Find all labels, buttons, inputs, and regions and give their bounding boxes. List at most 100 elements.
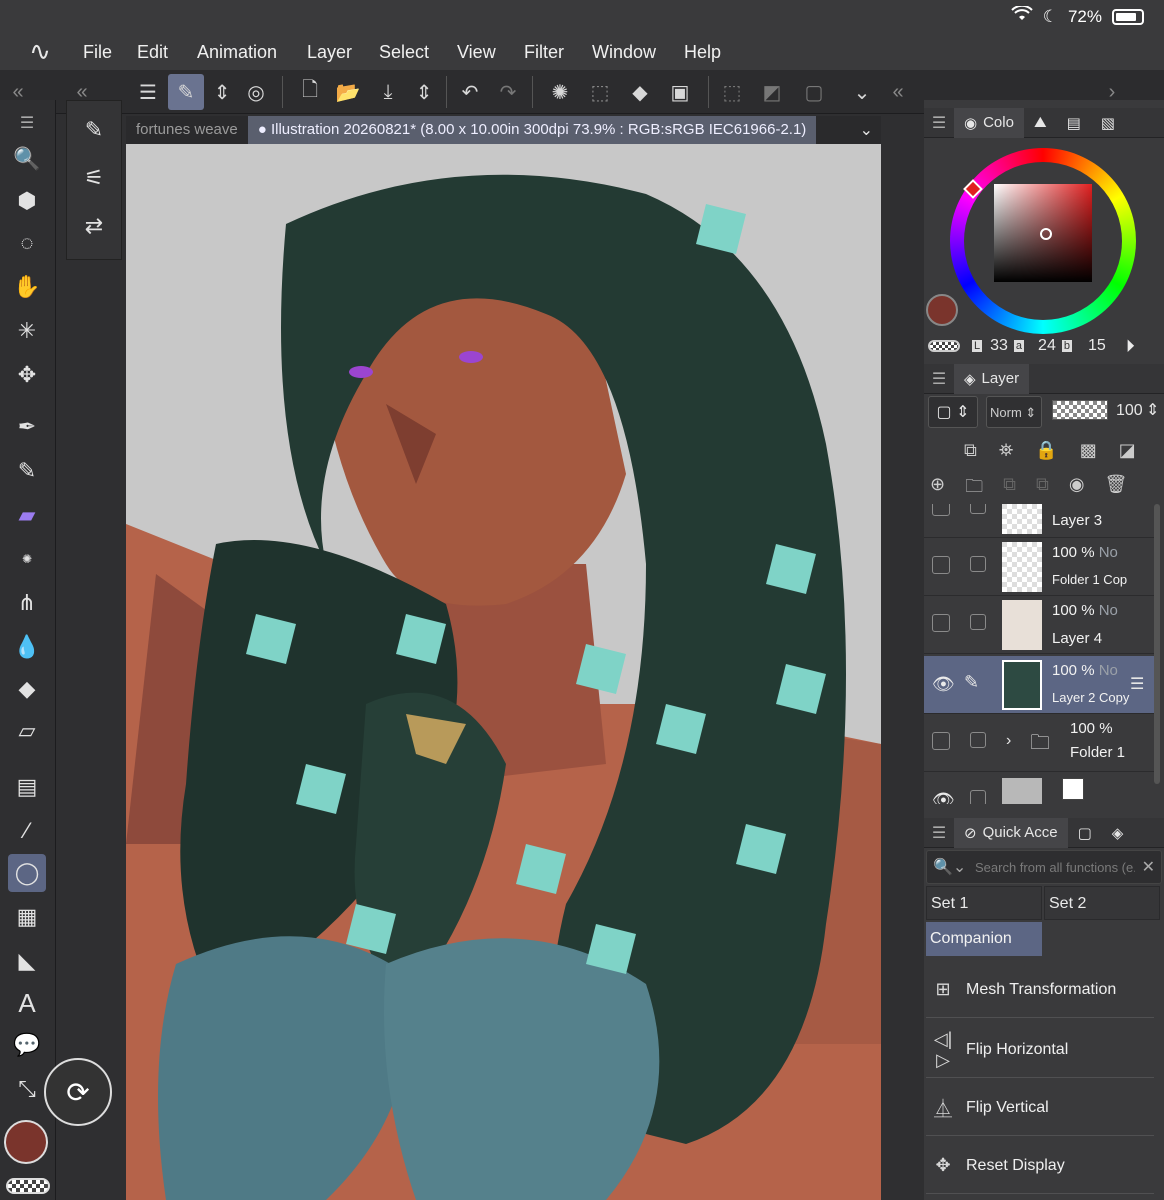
zoom-tool-icon[interactable]: 🔍 xyxy=(8,140,46,178)
layer-lock-toggle[interactable] xyxy=(970,614,986,630)
mesh-transformation-button[interactable]: ⊞ Mesh Transformation xyxy=(926,962,1154,1018)
tab-illustration[interactable]: ● Illustration 20260821* (8.00 x 10.00in… xyxy=(247,116,817,144)
panel-menu-icon[interactable]: ☰ xyxy=(924,113,954,133)
menu-window[interactable]: Window xyxy=(592,42,656,63)
menu-animation[interactable]: Animation xyxy=(197,42,277,63)
clear-search-icon[interactable]: ✕ xyxy=(1142,857,1155,877)
layer-mask-icon[interactable]: ◉ xyxy=(1069,474,1085,504)
visibility-toggle[interactable] xyxy=(932,614,950,632)
blend-tool-icon[interactable]: 💧 xyxy=(8,628,46,666)
layer-row[interactable]: Layer 3 xyxy=(924,504,1156,538)
new-folder-icon[interactable]: 🗀 xyxy=(965,474,983,504)
rotate-canvas-button[interactable]: ⟳ xyxy=(44,1058,112,1126)
tab-layer[interactable]: ◈ Layer xyxy=(954,363,1030,394)
menu-filter[interactable]: Filter xyxy=(524,42,564,63)
undo-icon[interactable]: ↶ xyxy=(452,74,488,110)
menu-help[interactable]: Help xyxy=(684,42,721,63)
opacity-slider[interactable] xyxy=(1052,400,1108,420)
lasso-tool-icon[interactable]: ◌ xyxy=(8,224,46,262)
transparency-swatch-icon[interactable] xyxy=(6,1178,50,1194)
gradient-tool-icon[interactable]: ▤ xyxy=(8,768,46,806)
set-2-tab[interactable]: Set 2 xyxy=(1044,886,1160,920)
magic-wand-tool-icon[interactable]: ✳ xyxy=(8,312,46,350)
lock-transparency-icon[interactable]: ▩ xyxy=(1080,440,1097,461)
transparency-swatch[interactable] xyxy=(928,340,960,352)
eraser-tool-icon[interactable]: ▱ xyxy=(8,712,46,750)
fill-bucket-icon[interactable]: ◆ xyxy=(622,74,658,110)
color-picker-cursor[interactable] xyxy=(1040,228,1052,240)
main-color-swatch[interactable] xyxy=(4,1120,48,1164)
flip-vertical-button[interactable]: ⏅ Flip Vertical xyxy=(926,1080,1154,1136)
blend-mode-select[interactable]: Norm ⇕ xyxy=(986,396,1042,428)
decoration-tool-icon[interactable]: ⋔ xyxy=(8,584,46,622)
pen-tool-icon[interactable]: ✒ xyxy=(8,408,46,446)
lasso-selection-tool-icon[interactable]: ◯ xyxy=(8,854,46,892)
mask-icon[interactable]: ◪ xyxy=(1119,440,1136,461)
redo-icon[interactable]: ↷ xyxy=(490,74,526,110)
tab-image[interactable]: ▧ xyxy=(1091,108,1125,138)
reset-display-button[interactable]: ✥ Reset Display xyxy=(926,1138,1154,1194)
collapse-right-icon[interactable]: « xyxy=(880,74,916,110)
select-all-icon[interactable]: ▢ xyxy=(796,74,832,110)
menu-edit[interactable]: Edit xyxy=(137,42,168,63)
layer-type-box[interactable]: ▢ ⇕ xyxy=(928,396,978,428)
balloon-tool-icon[interactable]: 💬 xyxy=(8,1026,46,1064)
main-color-swatch-small[interactable] xyxy=(926,294,958,326)
layer-lock-toggle[interactable] xyxy=(970,790,986,804)
layer-lock-toggle[interactable] xyxy=(970,556,986,572)
visibility-toggle[interactable] xyxy=(932,504,950,516)
reference-layer-icon[interactable]: ⛯ xyxy=(999,440,1013,461)
layer-row[interactable]: › 🗀 100 % Folder 1 xyxy=(924,714,1156,772)
fill-tool-icon[interactable]: ◆ xyxy=(8,670,46,708)
open-folder-icon[interactable]: 📂 xyxy=(330,74,366,110)
brush-tool-icon[interactable]: ▰ xyxy=(8,496,46,534)
tabs-chevron-down-icon[interactable]: ⌄ xyxy=(860,120,873,140)
tab-film[interactable]: ▤ xyxy=(1057,108,1091,138)
text-tool-icon[interactable]: A xyxy=(8,984,46,1022)
hand-tool-icon[interactable]: ✋ xyxy=(8,268,46,306)
layer-row[interactable]: 100 % No Folder 1 Cop xyxy=(924,538,1156,596)
hue-ring[interactable] xyxy=(950,148,1136,334)
layer-row[interactable]: 👁 xyxy=(924,772,1156,804)
set-1-tab[interactable]: Set 1 xyxy=(926,886,1042,920)
correct-line-tool-icon[interactable]: ⤡ xyxy=(8,1070,46,1108)
clear-selection-icon[interactable]: ⬚ xyxy=(714,74,750,110)
clipping-icon[interactable]: ⧉ xyxy=(964,440,977,461)
layer-row-active[interactable]: 👁 ✎ 100 % No Layer 2 Copy ☰ xyxy=(924,656,1156,714)
tab-color-wheel[interactable]: ◉ Colo xyxy=(954,107,1024,138)
flip-horizontal-button[interactable]: ◁|▷ Flip Horizontal xyxy=(926,1022,1154,1078)
hamburger-menu-icon[interactable]: ☰ xyxy=(130,74,166,110)
ruler-tool-icon[interactable]: ◣ xyxy=(8,942,46,980)
new-file-icon[interactable]: 🗋 xyxy=(292,74,328,110)
drag-handle-icon[interactable]: ☰ xyxy=(1130,674,1144,694)
gesture-mode-icon[interactable]: ✎ xyxy=(168,74,204,110)
visibility-toggle[interactable] xyxy=(932,732,950,750)
up-down-arrows-icon-2[interactable]: ⇕ xyxy=(406,74,442,110)
transfer-down-icon[interactable]: ⧉ xyxy=(1003,474,1016,504)
swap-icon[interactable]: ⇄ xyxy=(75,207,113,245)
lock-icon[interactable]: 🔒 xyxy=(1035,440,1057,461)
panel-menu-icon-3[interactable]: ☰ xyxy=(924,823,954,843)
play-icon[interactable]: ⏵ xyxy=(1126,336,1135,357)
saturation-value-square[interactable] xyxy=(994,184,1092,282)
brush-subtool-icon[interactable]: ✎ xyxy=(75,111,113,149)
menu-select[interactable]: Select xyxy=(379,42,429,63)
airbrush-tool-icon[interactable]: ✺ xyxy=(8,540,46,578)
eyedropper-tool-icon[interactable]: ⁄ xyxy=(8,812,46,850)
tool-property-icon[interactable]: ⚟ xyxy=(75,159,113,197)
layer-lock-toggle[interactable] xyxy=(970,504,986,514)
tab-fortunes-weave[interactable]: fortunes weave xyxy=(126,116,248,144)
new-layer-icon[interactable]: ⊕ xyxy=(930,474,945,504)
spiral-icon[interactable]: ◎ xyxy=(238,74,274,110)
canvas[interactable] xyxy=(126,144,881,1200)
transform-icon[interactable]: ▣ xyxy=(662,74,698,110)
opacity-stepper-icon[interactable]: ⇕ xyxy=(1146,400,1159,420)
tab-color-set[interactable]: ⛰ xyxy=(1024,108,1057,138)
chevron-down-icon[interactable]: ⌄ xyxy=(844,74,880,110)
palette-menu-icon[interactable]: ☰ xyxy=(8,104,46,142)
invert-selection-icon[interactable]: ◩ xyxy=(754,74,790,110)
selection-marquee-icon[interactable]: ⬚ xyxy=(582,74,618,110)
panel-menu-icon-2[interactable]: ☰ xyxy=(924,369,954,389)
layer-lock-toggle[interactable] xyxy=(970,732,986,748)
pencil-tool-icon[interactable]: ✎ xyxy=(8,452,46,490)
